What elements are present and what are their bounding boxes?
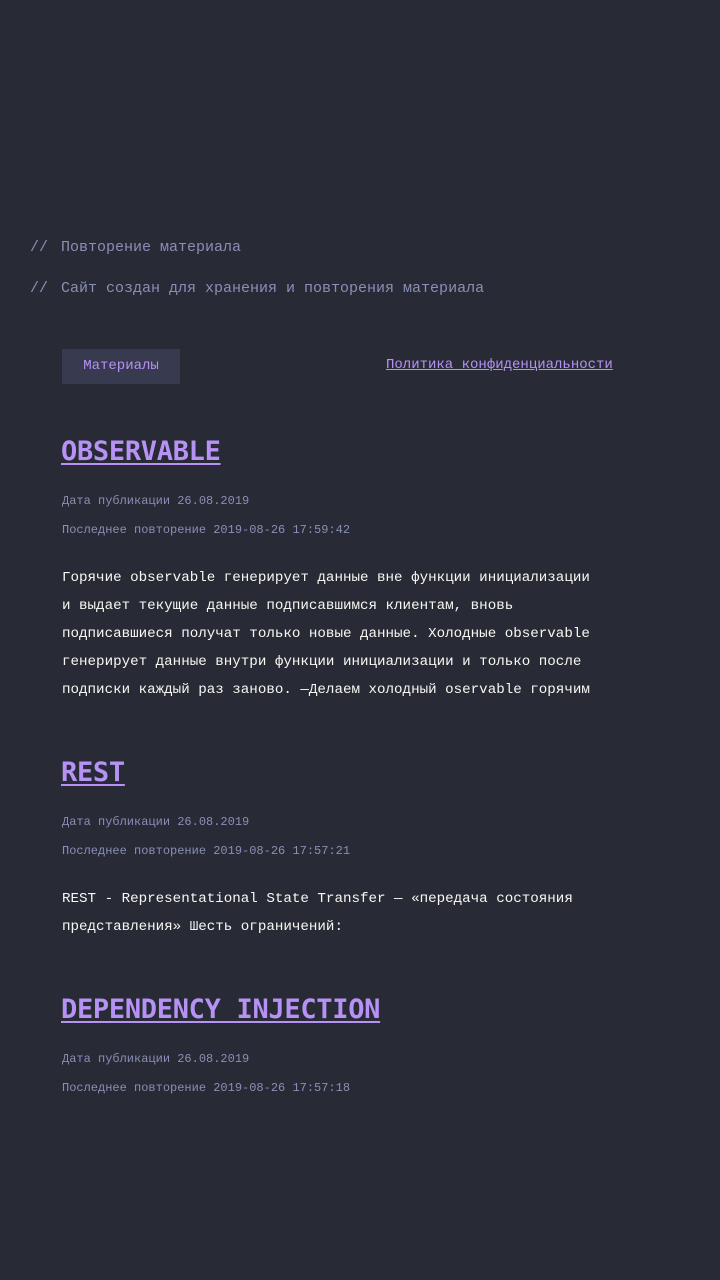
post-excerpt: REST - Representational State Transfer —… [62, 885, 662, 941]
excerpt-line: подписавшиеся получат только новые данны… [62, 626, 590, 642]
site-title: // Повторение материала [30, 239, 241, 256]
site-subtitle: // Сайт создан для хранения и повторения … [30, 280, 484, 297]
site-title-text: Повторение материала [61, 239, 242, 256]
comment-prefix: // [30, 280, 49, 297]
comment-prefix: // [30, 239, 49, 256]
post-published-date: Дата публикации 26.08.2019 [62, 494, 250, 508]
post-title-observable[interactable]: OBSERVABLE [61, 436, 221, 467]
privacy-policy-link[interactable]: Политика конфиденциальности [386, 357, 613, 373]
materials-button[interactable]: Материалы [62, 349, 180, 384]
excerpt-line: REST - Representational State Transfer —… [62, 891, 573, 907]
post-title-rest[interactable]: REST [61, 757, 125, 788]
post-last-repeat: Последнее повторение 2019-08-26 17:57:18 [62, 1081, 351, 1095]
post-excerpt: Горячие observable генерирует данные вне… [62, 564, 662, 704]
excerpt-line: подписки каждый раз заново. —Делаем холо… [62, 682, 590, 698]
excerpt-line: Горячие observable генерирует данные вне… [62, 570, 590, 586]
excerpt-line: генерирует данные внутри функции инициал… [62, 654, 582, 670]
excerpt-line: представления» Шесть ограничений: [62, 919, 343, 935]
post-title-dependency-injection[interactable]: DEPENDENCY INJECTION [61, 994, 380, 1025]
excerpt-line: и выдает текущие данные подписавшимся кл… [62, 598, 514, 614]
post-last-repeat: Последнее повторение 2019-08-26 17:57:21 [62, 844, 351, 858]
post-last-repeat: Последнее повторение 2019-08-26 17:59:42 [62, 523, 351, 537]
post-published-date: Дата публикации 26.08.2019 [62, 1052, 250, 1066]
post-published-date: Дата публикации 26.08.2019 [62, 815, 250, 829]
site-subtitle-text: Сайт создан для хранения и повторения ма… [61, 280, 485, 297]
